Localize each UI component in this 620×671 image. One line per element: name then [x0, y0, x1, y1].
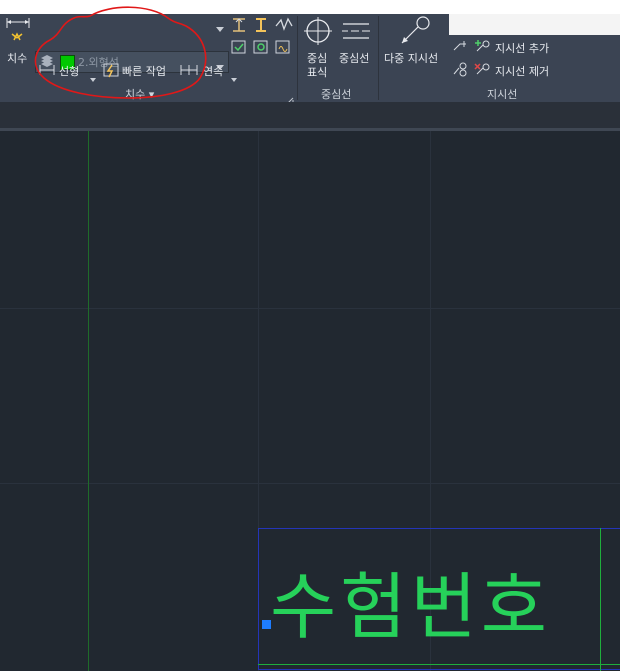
file-tab-bar [0, 102, 620, 128]
continue-dim-icon[interactable] [179, 62, 199, 82]
continue-dropdown-arrow-icon[interactable] [231, 68, 238, 87]
reassociate-icon[interactable] [275, 39, 291, 59]
drawing-line[interactable] [258, 664, 620, 665]
multileader-label[interactable]: 다중 지시선 [384, 50, 438, 66]
dimension-icon[interactable] [4, 16, 32, 46]
center-mark-label-line2[interactable]: 표식 [307, 64, 327, 80]
add-leader-icon[interactable] [474, 38, 492, 58]
dimension-panel-title[interactable]: 치수 ▾ [125, 86, 154, 102]
dim-space-icon[interactable] [231, 16, 247, 38]
centerline-panel-title: 중심선 [321, 88, 352, 101]
linear-dim-icon[interactable] [38, 62, 56, 82]
text-object[interactable]: 수험번호 [270, 548, 551, 653]
update-icon[interactable] [253, 39, 269, 59]
leader-panel-title: 지시선 [487, 88, 518, 101]
dimension-button-label[interactable]: 치수 [7, 50, 27, 66]
grid-line [0, 308, 620, 309]
centerline-label[interactable]: 중심선 [339, 50, 369, 66]
quick-dim-icon[interactable] [102, 61, 120, 83]
dim-break-icon[interactable] [253, 16, 269, 38]
dim-jog-icon[interactable] [275, 16, 293, 38]
grid-line [0, 483, 620, 484]
inspect-icon[interactable] [231, 39, 247, 59]
style-dropdown-arrow-icon[interactable] [216, 19, 225, 38]
title-strip [0, 0, 620, 14]
linear-dropdown-arrow-icon[interactable] [90, 68, 97, 87]
continue-label[interactable]: 연속 [203, 63, 223, 79]
remove-leader-icon[interactable] [474, 61, 492, 81]
separator [297, 16, 298, 100]
quick-label[interactable]: 빠른 작업 [122, 63, 166, 79]
drawing-line[interactable] [600, 528, 601, 671]
centerline-icon[interactable] [341, 20, 371, 46]
center-mark-icon[interactable] [303, 16, 333, 50]
add-leader-label[interactable]: 지시선 추가 [495, 40, 549, 56]
drawing-canvas[interactable]: 수험번호 [0, 131, 620, 671]
leader-style-icon[interactable] [452, 38, 470, 58]
drawing-line[interactable] [88, 131, 89, 671]
grip-handle[interactable] [262, 620, 271, 629]
multileader-icon[interactable] [398, 15, 432, 51]
ribbon: 치수 2.외형선 선형 빠른 작업 연속 치수 ▾ 중심 표식 중심선 중심선 … [0, 14, 620, 105]
remove-leader-label[interactable]: 지시선 제거 [495, 63, 549, 79]
ribbon-tab-area [449, 14, 620, 35]
separator [378, 16, 379, 100]
align-leader-icon[interactable] [452, 61, 470, 81]
linear-label[interactable]: 선형 [59, 63, 79, 79]
